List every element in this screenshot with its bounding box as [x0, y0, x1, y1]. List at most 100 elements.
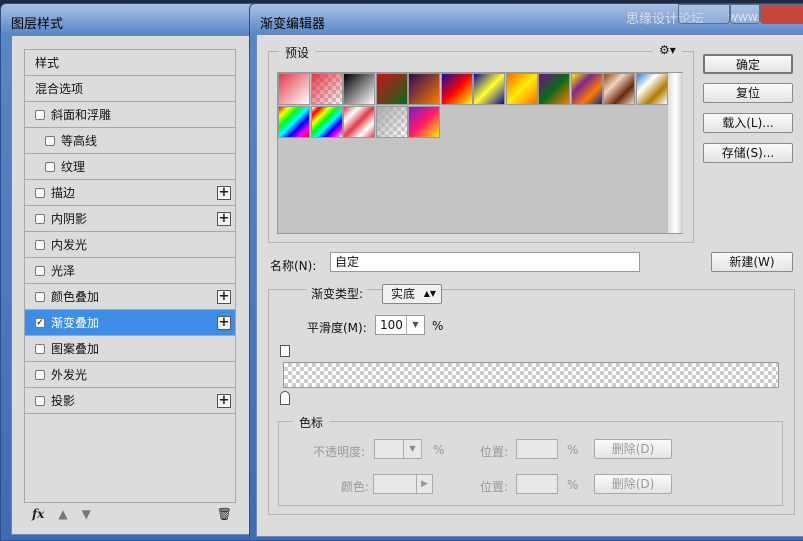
smoothness-input[interactable]: 100 ▼: [375, 315, 425, 335]
preset-swatch[interactable]: [635, 73, 668, 105]
style-item[interactable]: 投影 +: [25, 388, 235, 414]
plus-icon[interactable]: +: [217, 316, 231, 330]
ok-button[interactable]: 确定: [703, 54, 793, 74]
reset-button[interactable]: 复位: [703, 83, 793, 103]
preset-swatch[interactable]: [310, 73, 343, 105]
checkbox[interactable]: [35, 239, 45, 250]
checkbox[interactable]: [35, 395, 45, 406]
style-item[interactable]: 图案叠加: [25, 336, 235, 362]
style-toolbar: fx ▲ ▼ 🗑: [24, 503, 236, 525]
style-item[interactable]: 内发光: [25, 232, 235, 258]
opacity-input[interactable]: ▼: [374, 439, 422, 459]
dropdown-arrow-icon[interactable]: ▼: [406, 316, 424, 334]
preset-swatch[interactable]: [310, 105, 343, 138]
play-arrow-icon[interactable]: ▶: [416, 475, 432, 493]
style-item[interactable]: 描边 +: [25, 180, 235, 206]
style-item[interactable]: 颜色叠加 +: [25, 284, 235, 310]
checkbox[interactable]: ✓: [35, 317, 45, 328]
close-button[interactable]: [760, 4, 803, 24]
location-label: 位置:: [480, 445, 509, 459]
style-item[interactable]: 纹理: [25, 154, 235, 180]
preset-swatch[interactable]: [440, 73, 473, 105]
style-item-label: 投影: [51, 394, 76, 408]
opacity-location-input[interactable]: [516, 439, 558, 459]
preset-swatch[interactable]: [278, 105, 310, 138]
style-item[interactable]: 混合选项: [25, 76, 235, 102]
preset-swatch[interactable]: [505, 73, 538, 105]
style-item[interactable]: ✓ 渐变叠加 +: [25, 310, 235, 336]
style-item-label: 斜面和浮雕: [51, 108, 112, 122]
save-button[interactable]: 存储(S)...: [703, 143, 793, 163]
plus-icon[interactable]: +: [217, 186, 231, 200]
scrollbar[interactable]: [668, 73, 683, 233]
name-input[interactable]: 自定: [330, 252, 640, 272]
delete-color-stop-button[interactable]: 删除(D): [594, 474, 672, 494]
style-list: 样式 混合选项斜面和浮雕等高线纹理描边 + 内阴影 + 内发光光泽颜色叠加 + ✓ 渐变叠加 + 图…: [24, 49, 236, 503]
new-button[interactable]: 新建(W): [711, 252, 793, 272]
style-item[interactable]: 外发光: [25, 362, 235, 388]
minimize-button[interactable]: [678, 4, 730, 24]
percent-label: %: [567, 443, 579, 457]
percent-label: %: [567, 478, 579, 492]
checkbox[interactable]: [35, 213, 45, 224]
preset-swatch[interactable]: [603, 73, 635, 105]
opacity-label: 不透明度:: [313, 445, 366, 459]
preset-swatch[interactable]: [375, 73, 408, 105]
stops-legend: 色标: [293, 414, 330, 431]
dropdown-arrow-icon[interactable]: ▼: [403, 440, 421, 458]
style-item[interactable]: 样式: [25, 50, 235, 76]
checkbox[interactable]: [35, 109, 45, 120]
checkbox[interactable]: [35, 291, 45, 302]
preset-swatches: [277, 72, 683, 234]
checkbox[interactable]: [35, 343, 45, 354]
arrow-down-icon[interactable]: ▼: [82, 507, 91, 521]
plus-icon[interactable]: +: [217, 290, 231, 304]
gradient-type-select[interactable]: 实底 ▲▼: [382, 284, 442, 304]
location-label: 位置:: [480, 480, 509, 494]
color-location-input[interactable]: [516, 474, 558, 494]
window-title: 图层样式: [11, 17, 64, 32]
arrow-up-icon[interactable]: ▲: [58, 507, 67, 521]
style-item[interactable]: 光泽: [25, 258, 235, 284]
preset-swatch[interactable]: [343, 105, 375, 138]
trash-icon[interactable]: 🗑: [217, 507, 232, 521]
color-stop[interactable]: [280, 391, 290, 405]
preset-swatch[interactable]: [570, 73, 603, 105]
style-item-label: 内发光: [51, 238, 88, 252]
gear-icon[interactable]: ⚙▾: [653, 43, 682, 57]
checkbox[interactable]: [45, 161, 55, 172]
delete-opacity-stop-button[interactable]: 删除(D): [594, 439, 672, 459]
preset-swatch[interactable]: [473, 73, 505, 105]
checkbox[interactable]: [35, 187, 45, 198]
preset-swatch[interactable]: [408, 73, 440, 105]
style-item-label: 渐变叠加: [51, 316, 100, 330]
preset-swatch[interactable]: [343, 73, 375, 105]
preset-swatch[interactable]: [538, 73, 570, 105]
checkbox[interactable]: [45, 135, 55, 146]
preset-swatch[interactable]: [278, 73, 310, 105]
style-item-label: 颜色叠加: [51, 290, 100, 304]
gradient-bar[interactable]: [283, 362, 779, 388]
smoothness-label: 平滑度(M):: [307, 321, 367, 335]
preset-swatch[interactable]: [375, 105, 408, 138]
maximize-button[interactable]: [730, 4, 760, 24]
type-value: 实底: [391, 287, 416, 301]
color-stops-group: 色标 不透明度: ▼ % 位置: % 删除(D) 颜色: ▶ 位置: % 删除(…: [278, 414, 783, 506]
color-label: 颜色:: [341, 480, 370, 494]
plus-icon[interactable]: +: [217, 394, 231, 408]
color-swatch[interactable]: ▶: [373, 474, 433, 494]
fx-button[interactable]: fx: [32, 507, 44, 521]
style-item[interactable]: 等高线: [25, 128, 235, 154]
percent-label: %: [432, 319, 444, 333]
style-item-label: 纹理: [61, 160, 86, 174]
checkbox[interactable]: [35, 265, 45, 276]
style-item-label: 图案叠加: [51, 342, 100, 356]
style-item[interactable]: 内阴影 +: [25, 206, 235, 232]
opacity-stop[interactable]: [280, 345, 290, 357]
window-title: 渐变编辑器: [260, 17, 326, 32]
preset-swatch[interactable]: [408, 105, 440, 138]
load-button[interactable]: 载入(L)...: [703, 113, 793, 133]
style-item[interactable]: 斜面和浮雕: [25, 102, 235, 128]
checkbox[interactable]: [35, 369, 45, 380]
plus-icon[interactable]: +: [217, 212, 231, 226]
